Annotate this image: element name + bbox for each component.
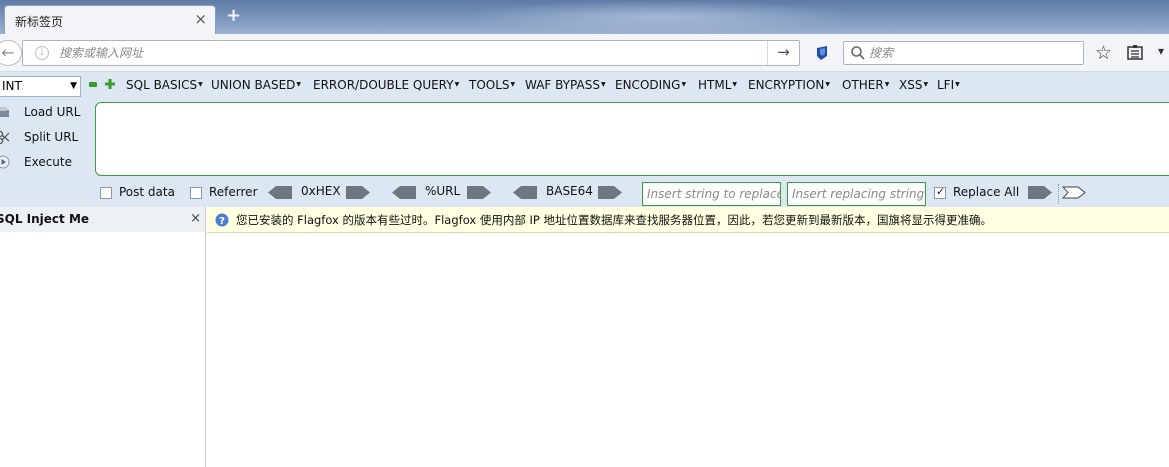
overflow-menu-icon[interactable]: ▾	[1158, 44, 1164, 58]
titlebar-glow	[460, 0, 860, 34]
menu-encryption[interactable]: ENCRYPTION▼	[748, 78, 830, 92]
hackbar-url-textarea[interactable]	[95, 102, 1169, 176]
menu-xss[interactable]: XSS▼	[899, 78, 928, 92]
search-bar[interactable]	[843, 41, 1084, 65]
notification-message: 您已安装的 Flagfox 的版本有些过时。Flagfox 使用内部 IP 地址…	[236, 213, 992, 227]
bookmark-star-icon[interactable]: ☆	[1095, 43, 1112, 63]
hackbar-body: Load URL Split URL Execute	[0, 100, 1169, 181]
hackbar-select[interactable]: INT ▼	[0, 76, 81, 97]
sidebar-panel: SQL Inject Me ×	[0, 207, 206, 467]
tab-title: 新标签页	[15, 15, 64, 29]
search-input[interactable]	[869, 45, 1069, 61]
page-content	[207, 233, 1169, 467]
tab-strip: 新标签页 × +	[0, 0, 1169, 34]
toolbar-separator	[1058, 184, 1059, 204]
post-data-checkbox[interactable]	[100, 187, 112, 199]
next-arrow-icon[interactable]	[1062, 186, 1086, 199]
menu-other[interactable]: OTHER▼	[842, 78, 889, 92]
base64-label: BASE64	[546, 184, 593, 198]
menu-encoding[interactable]: ENCODING▼	[615, 78, 686, 92]
hex-encode-arrow-icon[interactable]	[346, 186, 370, 199]
replace-string-input[interactable]	[642, 182, 781, 206]
notification-bar: ? 您已安装的 Flagfox 的版本有些过时。Flagfox 使用内部 IP …	[207, 207, 1169, 233]
base64-encode-arrow-icon[interactable]	[598, 186, 622, 199]
new-tab-button[interactable]: +	[226, 7, 241, 25]
replace-arrow-icon[interactable]	[1028, 186, 1052, 199]
menu-error-double-query[interactable]: ERROR/DOUBLE QUERY▼	[313, 78, 459, 92]
post-data-label: Post data	[119, 185, 175, 199]
svg-text:?: ?	[219, 216, 225, 227]
replacing-string-input[interactable]	[787, 182, 926, 206]
url-encode-arrow-icon[interactable]	[467, 186, 491, 199]
decrease-icon[interactable]	[89, 82, 97, 87]
back-button[interactable]: ←	[0, 40, 22, 66]
hex-decode-arrow-icon[interactable]	[268, 186, 292, 199]
info-icon[interactable]: i	[35, 46, 49, 60]
url-decode-arrow-icon[interactable]	[392, 186, 416, 199]
menu-union-based[interactable]: UNION BASED▼	[211, 78, 301, 92]
hackbar-toolbar: INT ▼ SQL BASICS▼ UNION BASED▼ ERROR/DOU…	[0, 72, 1169, 100]
menu-tools[interactable]: TOOLS▼	[469, 78, 515, 92]
increase-icon[interactable]	[104, 78, 116, 90]
chevron-down-icon: ▼	[70, 81, 77, 91]
search-icon	[851, 46, 865, 60]
tab-new-tab[interactable]: 新标签页 ×	[4, 5, 216, 34]
url-bar[interactable]: i →	[22, 40, 800, 66]
execute-icon	[0, 155, 10, 169]
sidebar-close-icon[interactable]: ×	[190, 211, 201, 226]
menu-lfi[interactable]: LFI▼	[937, 78, 960, 92]
load-url-icon	[0, 107, 9, 117]
navigation-bar: ← i → ☆ ▾	[0, 34, 1169, 72]
replace-all-checkbox[interactable]	[934, 185, 946, 199]
split-url-icon	[0, 130, 10, 144]
menu-sql-basics[interactable]: SQL BASICS▼	[126, 78, 203, 92]
hackbar-options-row: Post data Referrer 0xHEX %URL BASE64 Rep…	[0, 181, 1169, 207]
url-input[interactable]	[59, 44, 759, 62]
referrer-checkbox[interactable]	[190, 187, 202, 199]
base64-decode-arrow-icon[interactable]	[513, 186, 537, 199]
menu-waf-bypass[interactable]: WAF BYPASS▼	[525, 78, 606, 92]
sidebar-header: SQL Inject Me ×	[0, 207, 205, 232]
go-button[interactable]: →	[767, 41, 799, 65]
pocket-icon[interactable]	[815, 46, 829, 60]
url-label: %URL	[425, 184, 461, 198]
tab-close-icon[interactable]: ×	[194, 11, 207, 27]
info-circle-icon: ?	[215, 213, 229, 227]
replace-all-label: Replace All	[953, 185, 1020, 199]
sidebar-title: SQL Inject Me	[0, 212, 90, 226]
menu-html[interactable]: HTML▼	[698, 78, 737, 92]
hex-label: 0xHEX	[301, 184, 341, 198]
hackbar-select-value: INT	[2, 79, 22, 93]
referrer-label: Referrer	[209, 185, 258, 199]
bookmarks-menu-icon[interactable]	[1127, 45, 1143, 60]
